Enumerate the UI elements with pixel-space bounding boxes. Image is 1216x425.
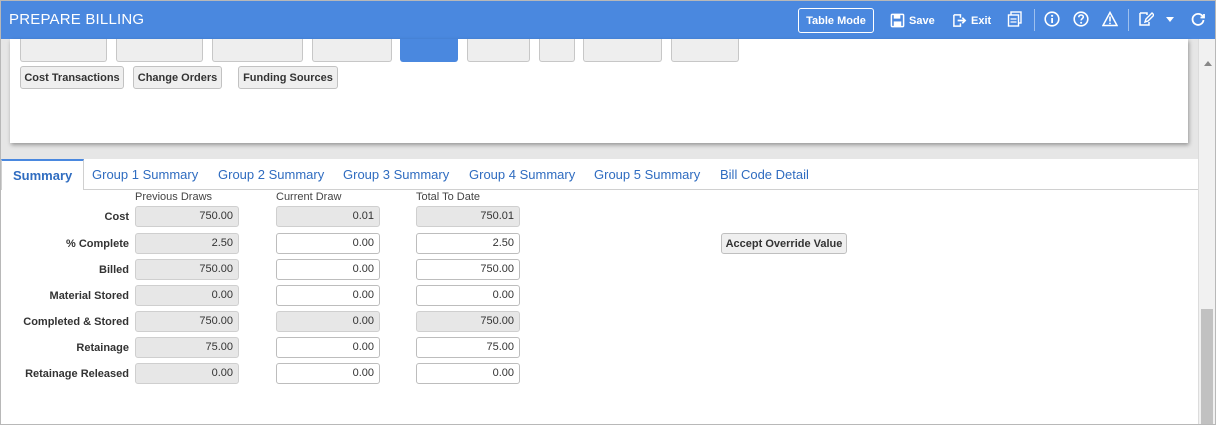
top-bar: PREPARE BILLING Table Mode Save Exit — [1, 1, 1215, 39]
hidden-action-button[interactable] — [671, 39, 739, 62]
action-card: Cost Transactions Change Orders Funding … — [10, 39, 1188, 143]
retainage-total-input[interactable]: 75.00 — [416, 337, 520, 358]
refresh-icon[interactable] — [1190, 11, 1206, 27]
scrollbar-thumb[interactable] — [1201, 309, 1213, 424]
hidden-action-button[interactable] — [20, 39, 107, 62]
material-stored-previous-field: 0.00 — [135, 285, 239, 306]
row-label-retainage: Retainage — [76, 342, 129, 354]
column-header-previous-draws: Previous Draws — [135, 191, 213, 203]
hidden-action-button-active[interactable] — [400, 39, 458, 62]
completed-stored-total-field: 750.00 — [416, 311, 520, 332]
hidden-action-button[interactable] — [312, 39, 392, 62]
retainage-previous-field: 75.00 — [135, 337, 239, 358]
cost-current-field: 0.01 — [276, 206, 380, 227]
retainage-released-total-input[interactable]: 0.00 — [416, 363, 520, 384]
hidden-action-button[interactable] — [583, 39, 662, 62]
percent-complete-previous-field: 2.50 — [135, 233, 239, 254]
tab-group-3-summary[interactable]: Group 3 Summary — [343, 159, 449, 190]
percent-complete-total-input[interactable]: 2.50 — [416, 233, 520, 254]
app-window: PREPARE BILLING Table Mode Save Exit Cos… — [0, 0, 1216, 425]
toolbar-divider — [1128, 9, 1129, 31]
row-label-retainage-released: Retainage Released — [25, 368, 129, 380]
row-label-material-stored: Material Stored — [49, 290, 129, 302]
table-mode-button[interactable]: Table Mode — [798, 8, 874, 33]
exit-icon — [953, 14, 967, 27]
percent-complete-current-input[interactable]: 0.00 — [276, 233, 380, 254]
chevron-down-icon[interactable] — [1162, 11, 1178, 27]
edit-icon[interactable] — [1138, 11, 1154, 27]
row-label-completed-stored: Completed & Stored — [23, 316, 129, 328]
hidden-action-button[interactable] — [539, 39, 575, 62]
tab-group-5-summary[interactable]: Group 5 Summary — [594, 159, 700, 190]
funding-sources-button[interactable]: Funding Sources — [238, 66, 338, 89]
cost-total-field: 750.01 — [416, 206, 520, 227]
page-title: PREPARE BILLING — [9, 11, 145, 28]
exit-button[interactable]: Exit — [952, 8, 991, 33]
upper-panel: Cost Transactions Change Orders Funding … — [1, 39, 1198, 159]
hidden-action-button[interactable] — [467, 39, 530, 62]
row-label-percent-complete: % Complete — [66, 238, 129, 250]
toolbar-divider — [1034, 9, 1035, 31]
tab-group-4-summary[interactable]: Group 4 Summary — [469, 159, 575, 190]
tab-summary[interactable]: Summary — [1, 159, 85, 191]
row-label-cost: Cost — [104, 211, 129, 223]
tab-group-2-summary[interactable]: Group 2 Summary — [218, 159, 324, 190]
vertical-scrollbar[interactable] — [1198, 39, 1215, 424]
retainage-released-previous-field: 0.00 — [135, 363, 239, 384]
billed-total-input[interactable]: 750.00 — [416, 259, 520, 280]
cost-previous-field: 750.00 — [135, 206, 239, 227]
save-icon — [890, 13, 905, 28]
billed-current-input[interactable]: 0.00 — [276, 259, 380, 280]
summary-panel: Previous Draws Current Draw Total To Dat… — [1, 190, 1198, 424]
cost-transactions-button[interactable]: Cost Transactions — [20, 66, 124, 89]
completed-stored-previous-field: 750.00 — [135, 311, 239, 332]
column-header-current-draw: Current Draw — [276, 191, 342, 203]
scroll-up-arrow-icon[interactable] — [1204, 61, 1212, 66]
completed-stored-current-field: 0.00 — [276, 311, 380, 332]
billed-previous-field: 750.00 — [135, 259, 239, 280]
save-label: Save — [909, 14, 935, 27]
material-stored-current-input[interactable]: 0.00 — [276, 285, 380, 306]
tab-bar: Summary Group 1 Summary Group 2 Summary … — [1, 159, 1198, 191]
column-header-total-to-date: Total To Date — [416, 191, 481, 203]
accept-override-value-button[interactable]: Accept Override Value — [721, 233, 847, 254]
exit-label: Exit — [971, 14, 992, 27]
hidden-action-button[interactable] — [116, 39, 203, 62]
save-button[interactable]: Save — [890, 8, 935, 33]
material-stored-total-input[interactable]: 0.00 — [416, 285, 520, 306]
info-icon[interactable] — [1044, 11, 1060, 27]
warning-icon[interactable] — [1102, 11, 1118, 27]
tab-group-1-summary[interactable]: Group 1 Summary — [92, 159, 198, 190]
help-icon[interactable] — [1073, 11, 1089, 27]
row-label-billed: Billed — [99, 264, 129, 276]
hidden-action-button[interactable] — [212, 39, 303, 62]
print-icon[interactable] — [1007, 11, 1023, 27]
tab-bill-code-detail[interactable]: Bill Code Detail — [720, 159, 809, 190]
retainage-released-current-input[interactable]: 0.00 — [276, 363, 380, 384]
retainage-current-input[interactable]: 0.00 — [276, 337, 380, 358]
change-orders-button[interactable]: Change Orders — [133, 66, 222, 89]
